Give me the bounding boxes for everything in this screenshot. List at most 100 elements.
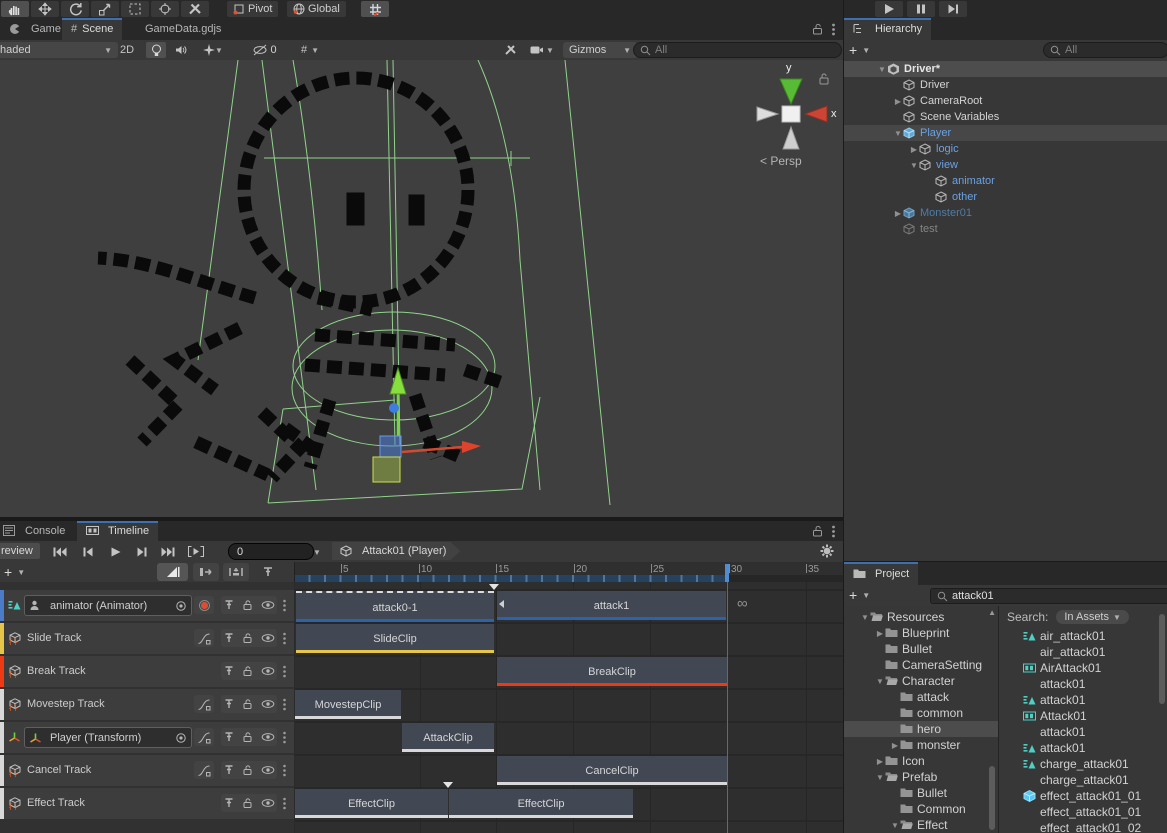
- scene-search-input[interactable]: All: [633, 42, 842, 58]
- replace-mode-button[interactable]: [253, 563, 283, 581]
- expander-down-icon[interactable]: ▼: [893, 129, 903, 138]
- scope-in-assets-button[interactable]: In Assets▼: [1056, 610, 1129, 624]
- tree-scrollbar-thumb[interactable]: [989, 766, 995, 830]
- result-item[interactable]: air_attack01: [999, 644, 1167, 660]
- timeline-play-button[interactable]: [104, 543, 128, 560]
- result-item[interactable]: attack01: [999, 740, 1167, 756]
- track-mute-button[interactable]: [223, 698, 235, 710]
- track-header-movestep-track[interactable]: {}Movestep Track: [0, 689, 294, 720]
- play-button[interactable]: [875, 1, 903, 17]
- track-lock-button[interactable]: [242, 797, 254, 809]
- gizmos-dropdown[interactable]: Gizmos▼: [563, 42, 637, 58]
- global-toggle-button[interactable]: Global: [287, 1, 346, 17]
- project-folder-icon[interactable]: ▶Icon: [844, 753, 998, 769]
- project-folder-common[interactable]: common: [844, 705, 998, 721]
- axis-y-label[interactable]: y: [786, 62, 792, 74]
- track-kebab-button[interactable]: [283, 599, 286, 612]
- track-curves-button[interactable]: [194, 728, 214, 746]
- result-item[interactable]: attack01: [999, 676, 1167, 692]
- project-folder-effect[interactable]: ▼Effect: [844, 817, 998, 833]
- scene-audio-button[interactable]: [170, 42, 192, 58]
- track-kebab-button[interactable]: [283, 698, 286, 711]
- project-folder-bullet[interactable]: Bullet: [844, 641, 998, 657]
- project-folder-bullet[interactable]: Bullet: [844, 785, 998, 801]
- project-folder-camerasetting[interactable]: CameraSetting: [844, 657, 998, 673]
- clip-attack0-1[interactable]: attack0-1: [296, 591, 494, 622]
- scale-tool-button[interactable]: [91, 1, 119, 17]
- clip-attack1[interactable]: attack1: [497, 591, 726, 620]
- track-kebab-button[interactable]: [283, 731, 286, 744]
- object-picker-button[interactable]: [175, 600, 187, 612]
- custom-tool-button[interactable]: [181, 1, 209, 17]
- clip-movestepclip[interactable]: MovestepClip: [295, 690, 401, 719]
- track-header-player-transform-[interactable]: Player (Transform): [0, 722, 294, 753]
- track-eye-button[interactable]: [261, 665, 275, 677]
- track-header-cancel-track[interactable]: {}Cancel Track: [0, 755, 294, 786]
- timeline-settings-button[interactable]: [820, 544, 834, 558]
- project-search-input[interactable]: attack01: [930, 588, 1167, 604]
- track-curves-button[interactable]: [194, 629, 214, 647]
- transform-tool-button[interactable]: [151, 1, 179, 17]
- track-eye-button[interactable]: [261, 764, 275, 776]
- curves-view-toggle[interactable]: [157, 563, 188, 581]
- tab-console[interactable]: Console: [0, 521, 74, 541]
- timeline-end-marker[interactable]: [725, 564, 729, 582]
- track-curves-button[interactable]: [194, 761, 214, 779]
- scene-viewport[interactable]: y x < Persp: [0, 60, 843, 517]
- result-item[interactable]: attack01: [999, 692, 1167, 708]
- timeline-marker[interactable]: [443, 782, 453, 788]
- project-folder-resources[interactable]: ▼Resources: [844, 609, 998, 625]
- toggle-2d-button[interactable]: 2D: [113, 42, 141, 58]
- clip-attackclip[interactable]: AttackClip: [402, 723, 494, 752]
- track-kebab-button[interactable]: [283, 797, 286, 810]
- project-folder-monster[interactable]: ▶monster: [844, 737, 998, 753]
- project-folder-prefab[interactable]: ▼Prefab: [844, 769, 998, 785]
- expander-down-icon[interactable]: ▼: [875, 677, 885, 686]
- hierarchy-item-animator[interactable]: animator: [844, 173, 1167, 189]
- project-folder-character[interactable]: ▼Character: [844, 673, 998, 689]
- result-item[interactable]: charge_attack01: [999, 756, 1167, 772]
- track-header-animator-animator-[interactable]: animator (Animator): [0, 590, 294, 621]
- kebab-menu-icon[interactable]: [832, 525, 835, 538]
- tab-scene[interactable]: # Scene: [62, 18, 122, 40]
- clip-slideclip[interactable]: SlideClip: [296, 624, 494, 653]
- result-item[interactable]: AirAttack01: [999, 660, 1167, 676]
- scene-camera-settings-button[interactable]: [498, 42, 522, 58]
- expander-down-icon[interactable]: ▼: [890, 821, 900, 830]
- ripple-mode-button[interactable]: [223, 563, 249, 581]
- tab-game[interactable]: Game: [0, 18, 70, 40]
- hierarchy-item-view[interactable]: ▼view: [844, 157, 1167, 173]
- pivot-toggle-button[interactable]: Pivot: [227, 1, 278, 17]
- project-folder-hero[interactable]: hero: [844, 721, 998, 737]
- track-mute-button[interactable]: [223, 797, 235, 809]
- tab-hierarchy[interactable]: Hierarchy: [844, 18, 931, 40]
- hierarchy-add-button[interactable]: +▼: [849, 42, 870, 58]
- timeline-play-range-button[interactable]: [184, 543, 208, 560]
- kebab-menu-icon[interactable]: [832, 23, 835, 36]
- project-folder-blueprint[interactable]: ▶Blueprint: [844, 625, 998, 641]
- scene-effects-dropdown[interactable]: ▼: [196, 42, 230, 58]
- track-lock-button[interactable]: [242, 665, 254, 677]
- mix-mode-button[interactable]: [193, 563, 219, 581]
- track-header-effect-track[interactable]: {}Effect Track: [0, 788, 294, 819]
- lock-icon[interactable]: [812, 23, 823, 35]
- hierarchy-item-driver-[interactable]: ▼Driver*: [844, 61, 1167, 77]
- project-folder-common[interactable]: Common: [844, 801, 998, 817]
- clip-effectclip[interactable]: EffectClip: [295, 789, 448, 818]
- hierarchy-item-driver[interactable]: Driver: [844, 77, 1167, 93]
- expander-right-icon[interactable]: ▶: [890, 741, 900, 750]
- scene-view-camera-dropdown[interactable]: ▼: [526, 42, 558, 58]
- track-mute-button[interactable]: [223, 599, 235, 611]
- result-item[interactable]: effect_attack01_01: [999, 788, 1167, 804]
- result-item[interactable]: Attack01: [999, 708, 1167, 724]
- hierarchy-item-scene-variables[interactable]: Scene Variables: [844, 109, 1167, 125]
- track-mute-button[interactable]: [223, 632, 235, 644]
- track-eye-button[interactable]: [261, 698, 275, 710]
- project-folder-attack[interactable]: attack: [844, 689, 998, 705]
- clip-cancelclip[interactable]: CancelClip: [497, 756, 727, 785]
- move-tool-button[interactable]: [31, 1, 59, 17]
- tab-timeline[interactable]: Timeline: [77, 521, 158, 541]
- track-eye-button[interactable]: [261, 632, 275, 644]
- expander-down-icon[interactable]: ▼: [875, 773, 885, 782]
- hierarchy-item-monster01[interactable]: ▶Monster01: [844, 205, 1167, 221]
